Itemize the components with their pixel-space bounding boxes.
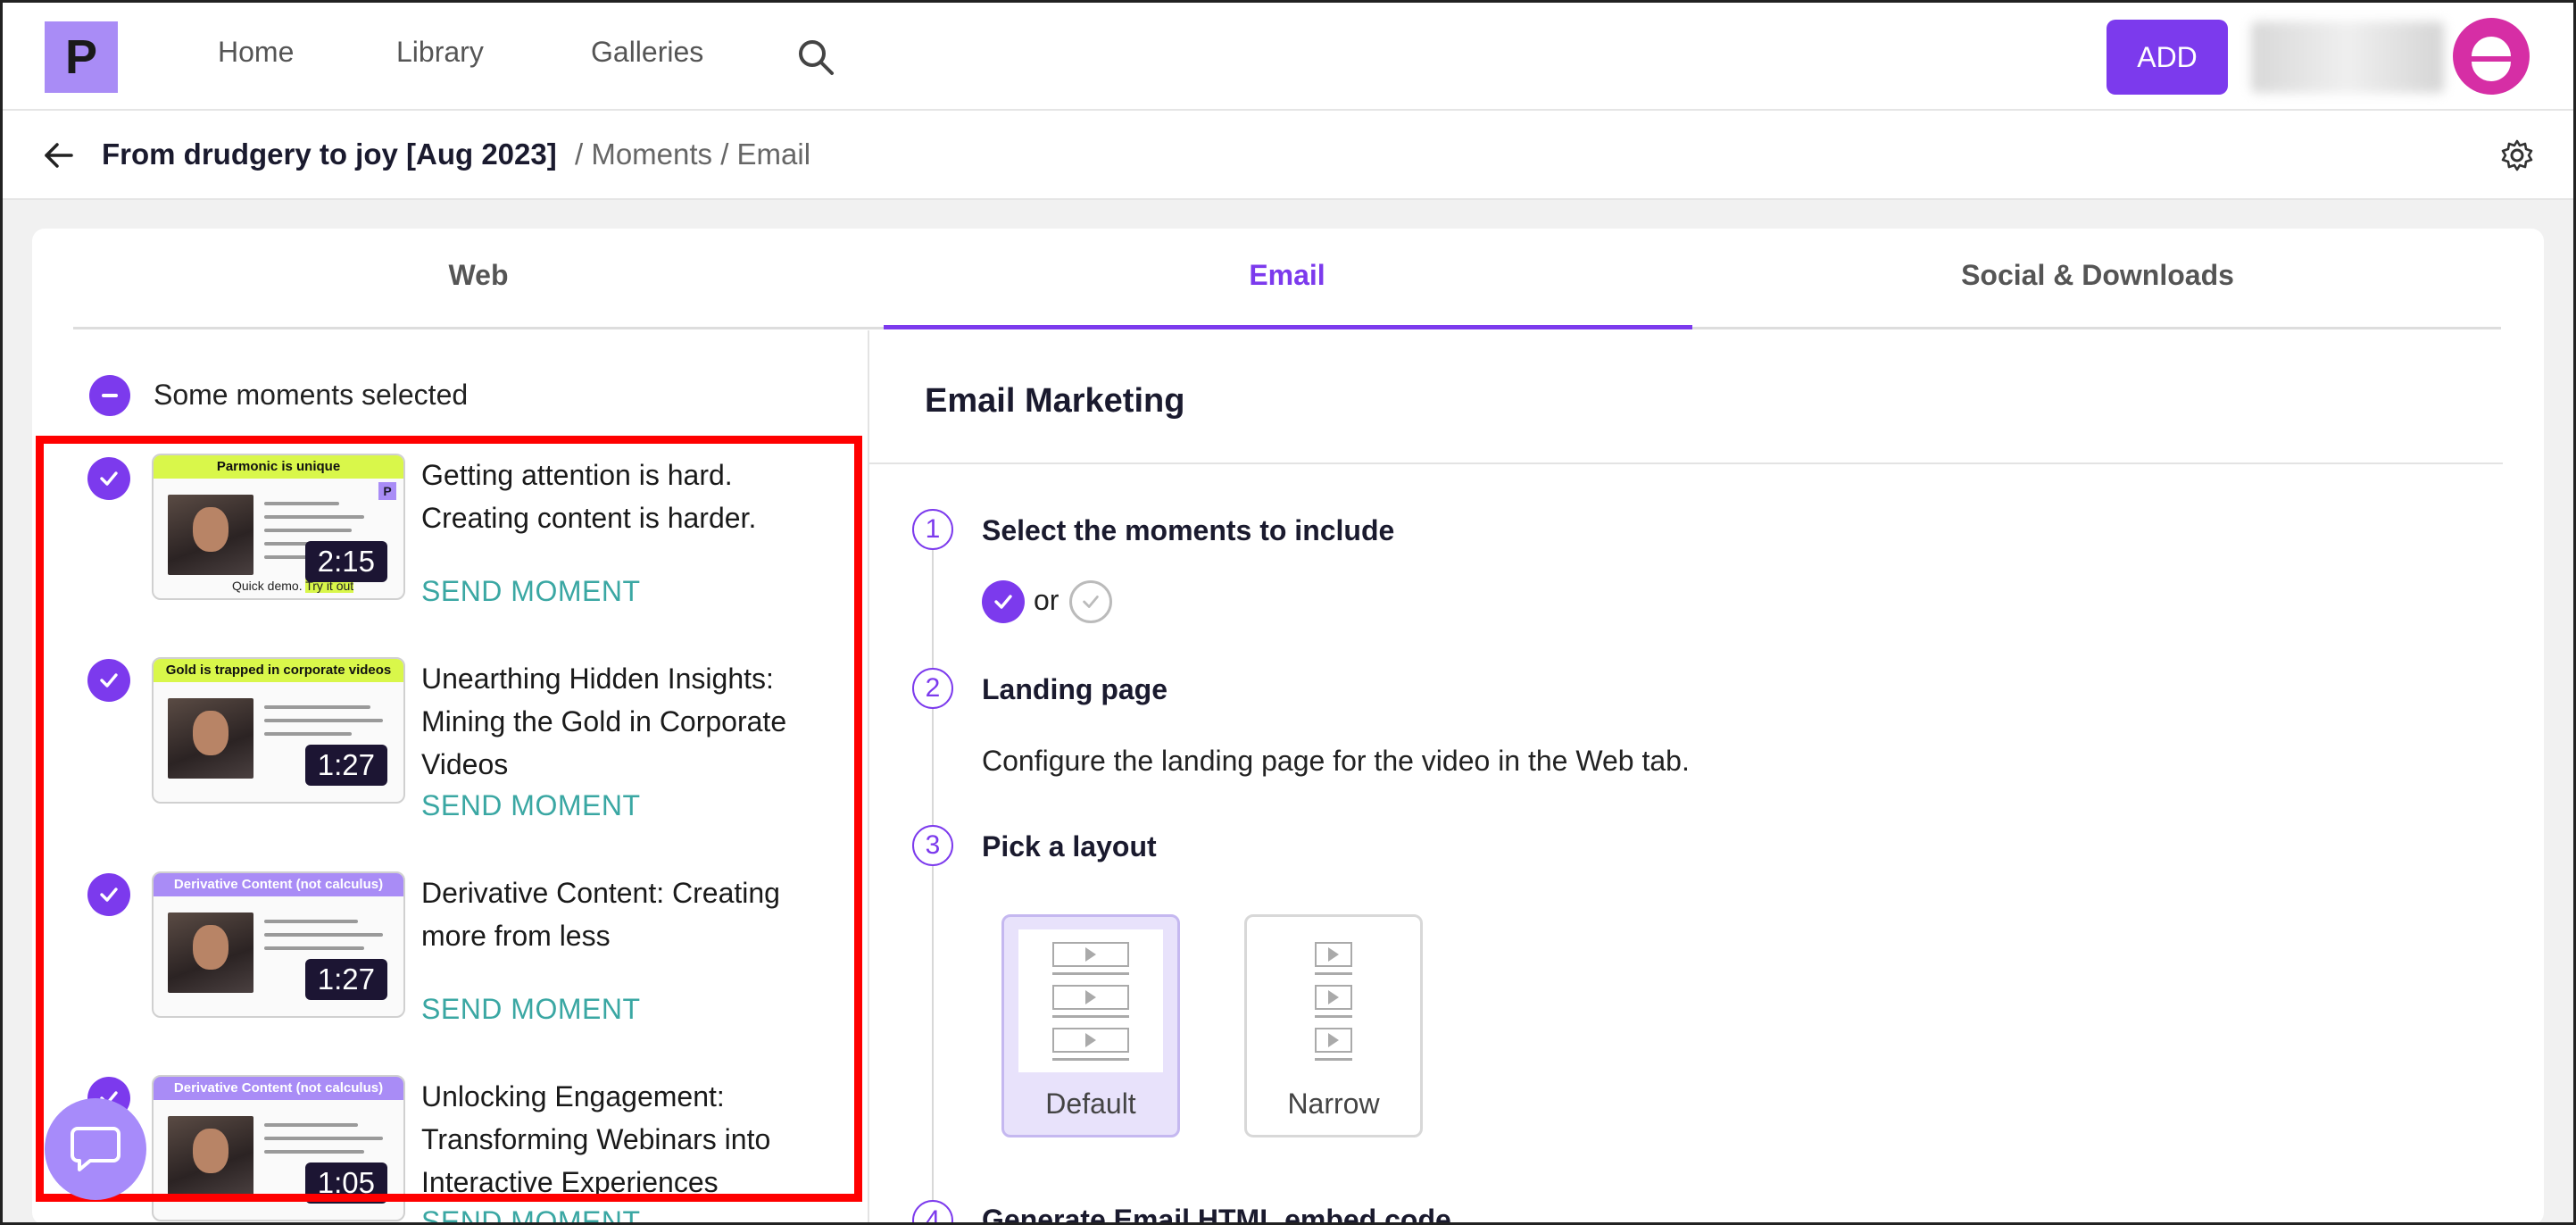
step-title: Landing page bbox=[982, 673, 1168, 705]
caption-line bbox=[1315, 1015, 1352, 1018]
video-placeholder-icon bbox=[1052, 1028, 1129, 1053]
moment-title: Unlocking Engagement: Transforming Webin… bbox=[421, 1080, 771, 1198]
user-name-blurred[interactable] bbox=[2251, 21, 2444, 93]
chat-button[interactable] bbox=[45, 1098, 146, 1200]
breadcrumb: From drudgery to joy [Aug 2023] / Moment… bbox=[0, 111, 2576, 200]
layout-option-narrow[interactable]: Narrow bbox=[1244, 914, 1423, 1138]
search-icon[interactable] bbox=[796, 38, 835, 77]
thumbnail-header: Gold is trapped in corporate videos bbox=[154, 659, 403, 682]
section-title: Email Marketing bbox=[925, 382, 1185, 420]
breadcrumb-title[interactable]: From drudgery to joy [Aug 2023] bbox=[102, 138, 557, 171]
nav-library[interactable]: Library bbox=[396, 36, 484, 69]
moment-thumbnail[interactable]: Derivative Content (not calculus) 1:27 bbox=[152, 871, 405, 1018]
select-all-toggle[interactable] bbox=[89, 375, 130, 416]
thumbnail-header: Parmonic is unique bbox=[154, 455, 403, 479]
video-placeholder-icon bbox=[1052, 985, 1129, 1010]
send-moment-link[interactable]: SEND MOMENT bbox=[421, 789, 641, 822]
layout-option-default[interactable]: Default bbox=[1001, 914, 1180, 1138]
duration-badge: 2:15 bbox=[304, 541, 387, 582]
tab-web[interactable]: Web bbox=[77, 259, 880, 292]
layout-label: Default bbox=[1045, 1088, 1136, 1120]
slide-text-lines bbox=[264, 1123, 389, 1163]
layout-preview bbox=[1018, 929, 1163, 1072]
thumbnail-header: Derivative Content (not calculus) bbox=[154, 873, 403, 896]
moment-checkbox[interactable] bbox=[87, 457, 130, 500]
video-placeholder-icon bbox=[1315, 985, 1352, 1010]
check-icon bbox=[994, 595, 1012, 609]
step-number: 3 bbox=[912, 825, 953, 866]
caption-line bbox=[1052, 1058, 1129, 1061]
thumbnail-header: Derivative Content (not calculus) bbox=[154, 1077, 403, 1100]
caption-line bbox=[1315, 972, 1352, 975]
speaker-image bbox=[168, 698, 253, 779]
step-title: Generate Email HTML embed code bbox=[982, 1204, 1451, 1225]
nav-galleries[interactable]: Galleries bbox=[591, 36, 703, 69]
moment-checkbox[interactable] bbox=[87, 873, 130, 916]
avatar-glyph-icon bbox=[2472, 37, 2511, 81]
back-arrow-icon[interactable] bbox=[41, 138, 77, 173]
check-icon bbox=[100, 471, 118, 486]
caption-line bbox=[1052, 1015, 1129, 1018]
panel-divider bbox=[868, 330, 869, 1225]
moment-thumbnail[interactable]: Gold is trapped in corporate videos 1:27 bbox=[152, 657, 405, 804]
thumbnail-badge: P bbox=[378, 482, 396, 500]
speaker-image bbox=[168, 495, 253, 575]
moment-title: Derivative Content: Creating more from l… bbox=[421, 877, 780, 952]
moment-title: Getting attention is hard. Creating cont… bbox=[421, 459, 757, 534]
moment-checkbox[interactable] bbox=[87, 659, 130, 702]
speaker-image bbox=[168, 1116, 253, 1196]
video-placeholder-icon bbox=[1315, 942, 1352, 967]
selection-status: Some moments selected bbox=[154, 379, 469, 411]
steps-timeline bbox=[932, 550, 934, 1225]
layout-label: Narrow bbox=[1287, 1088, 1380, 1120]
top-navbar: P Home Library Galleries ADD bbox=[0, 0, 2576, 111]
step-title: Select the moments to include bbox=[982, 514, 1395, 546]
send-moment-link[interactable]: SEND MOMENT bbox=[421, 1205, 641, 1225]
gear-icon[interactable] bbox=[2499, 138, 2535, 173]
step-description: Configure the landing page for the video… bbox=[982, 745, 1690, 777]
step-title: Pick a layout bbox=[982, 830, 1157, 862]
tab-social-downloads[interactable]: Social & Downloads bbox=[1696, 259, 2499, 292]
duration-badge: 1:05 bbox=[304, 1162, 387, 1204]
caption-line bbox=[1315, 1058, 1352, 1061]
speaker-image bbox=[168, 912, 253, 993]
duration-badge: 1:27 bbox=[304, 745, 387, 786]
avatar[interactable] bbox=[2453, 18, 2530, 95]
video-placeholder-icon bbox=[1052, 942, 1129, 967]
nav-home[interactable]: Home bbox=[218, 36, 294, 69]
unselected-check-indicator[interactable] bbox=[1069, 580, 1112, 623]
send-moment-link[interactable]: SEND MOMENT bbox=[421, 993, 641, 1026]
step-number: 1 bbox=[912, 509, 953, 550]
send-moment-link[interactable]: SEND MOMENT bbox=[421, 575, 641, 608]
video-placeholder-icon bbox=[1315, 1028, 1352, 1053]
selected-check-indicator[interactable] bbox=[982, 580, 1025, 623]
chat-bubble-icon bbox=[71, 1127, 120, 1171]
layout-preview bbox=[1261, 929, 1406, 1072]
slide-text-lines bbox=[264, 705, 389, 746]
tab-active-indicator bbox=[884, 325, 1692, 329]
section-divider bbox=[869, 462, 2503, 464]
minus-icon bbox=[102, 394, 118, 397]
step-number: 2 bbox=[912, 668, 953, 709]
or-text: or bbox=[1034, 584, 1059, 616]
duration-badge: 1:27 bbox=[304, 959, 387, 1000]
moment-thumbnail[interactable]: Derivative Content (not calculus) 1:05 bbox=[152, 1075, 405, 1221]
check-icon bbox=[100, 888, 118, 902]
add-button[interactable]: ADD bbox=[2107, 20, 2228, 95]
check-outline-icon bbox=[1083, 596, 1099, 608]
check-icon bbox=[100, 673, 118, 688]
app-logo[interactable]: P bbox=[45, 21, 118, 93]
slide-text-lines bbox=[264, 920, 389, 960]
caption-line bbox=[1052, 972, 1129, 975]
moment-title: Unearthing Hidden Insights: Mining the G… bbox=[421, 662, 787, 780]
tab-email[interactable]: Email bbox=[885, 259, 1689, 292]
moment-thumbnail[interactable]: Parmonic is unique P Quick demo. Try it … bbox=[152, 454, 405, 600]
breadcrumb-path[interactable]: / Moments / Email bbox=[575, 138, 810, 171]
